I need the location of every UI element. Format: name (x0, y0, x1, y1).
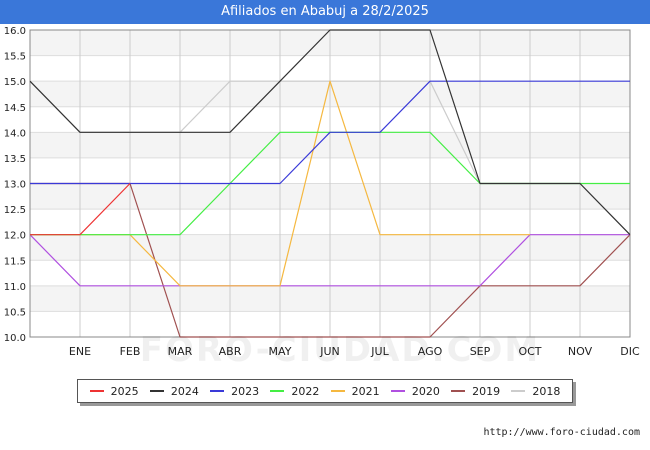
watermark: FORO-CIUDAD.COM (139, 330, 541, 370)
y-tick-label: 13.0 (4, 180, 26, 191)
legend-item-2024: 2024 (149, 384, 199, 398)
x-tick-label: NOV (568, 345, 593, 358)
legend-swatch (451, 390, 466, 392)
legend-item-2022: 2022 (270, 385, 319, 398)
y-tick-label: 15.0 (4, 77, 26, 88)
y-tick-label: 11.0 (4, 282, 26, 293)
legend-swatch (330, 390, 345, 392)
legend-item-2018: 2018 (511, 385, 560, 398)
legend-swatch (270, 390, 285, 392)
source-url[interactable]: http://www.foro-ciudad.com (483, 427, 640, 438)
y-tick-label: 16.0 (4, 26, 26, 37)
y-tick-label: 11.5 (4, 256, 26, 267)
legend-label: 2019 (472, 384, 501, 398)
x-tick-label: DIC (620, 345, 640, 358)
y-tick-label: 14.5 (4, 103, 26, 114)
y-tick-label: 13.5 (4, 154, 26, 165)
legend-item-2021: 2021 (330, 384, 380, 398)
legend-swatch (89, 390, 104, 392)
legend-label: 2020 (411, 384, 440, 398)
y-tick-label: 15.5 (4, 52, 26, 63)
chart-legend: 2025 2024 2023 2022 2021 2020 2019 2018 (77, 379, 573, 403)
legend-item-2025: 2025 (89, 384, 139, 398)
legend-label: 2022 (291, 384, 320, 398)
legend-swatch (511, 390, 526, 392)
legend-swatch (390, 390, 405, 392)
y-tick-label: 12.5 (4, 205, 26, 216)
legend-item-2023: 2023 (210, 385, 259, 398)
legend-label: 2025 (110, 384, 139, 398)
legend-label: 2024 (170, 384, 199, 398)
legend-swatch (210, 390, 225, 392)
y-tick-label: 14.0 (4, 128, 26, 139)
y-tick-label: 12.0 (4, 231, 26, 242)
x-tick-label: ENE (69, 345, 91, 358)
legend-label: 2023 (231, 384, 260, 398)
legend-swatch (149, 390, 164, 392)
legend-label: 2021 (351, 384, 380, 398)
legend-item-2019: 2019 (451, 385, 500, 398)
y-tick-label: 10.5 (4, 307, 26, 318)
legend-item-2020: 2020 (390, 384, 440, 398)
y-tick-label: 10.0 (4, 333, 26, 344)
legend-label: 2018 (532, 384, 561, 398)
